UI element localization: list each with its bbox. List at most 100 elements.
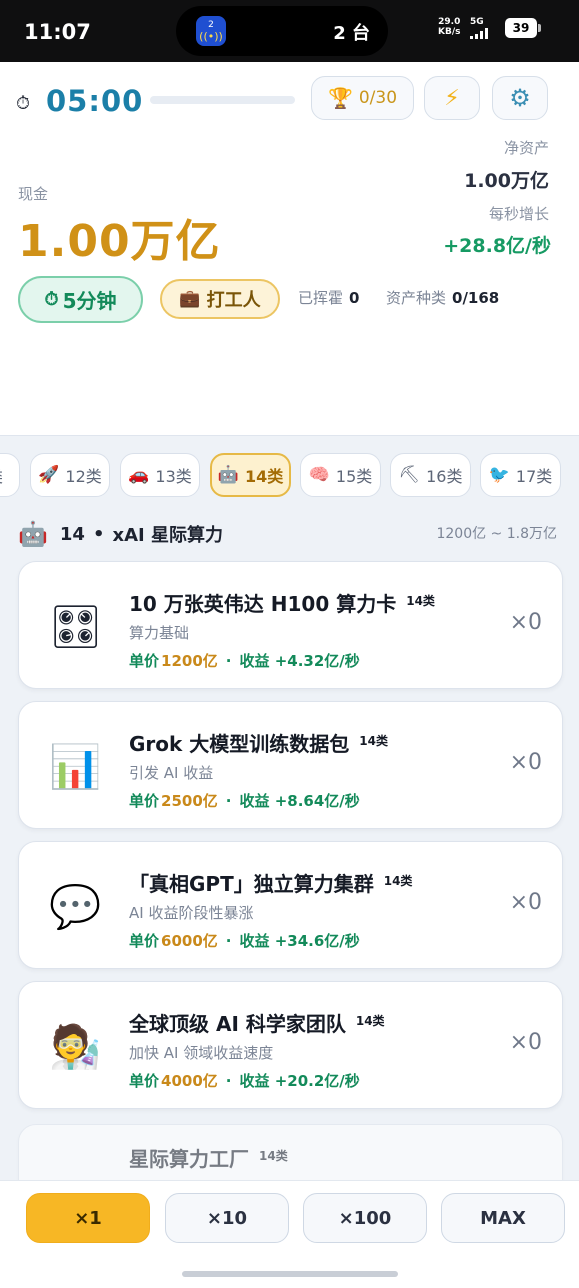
- asset-kinds-stat: 资产种类 0/168: [386, 287, 499, 308]
- asset-yield: 收益 +20.2亿/秒: [239, 1072, 360, 1090]
- tab-category-15[interactable]: 🧠 15类: [300, 453, 381, 497]
- tab-label: 16类: [426, 467, 463, 486]
- status-bar: 11:07 2 ((•)) 2 台 29.0 KB/s 5G 39: [0, 0, 579, 62]
- asset-name-text: 全球顶级 AI 科学家团队: [129, 1012, 346, 1036]
- net-assets-label: 净资产: [503, 139, 549, 157]
- asset-card[interactable]: 🧑‍🔬 全球顶级 AI 科学家团队 14类 加快 AI 领域收益速度 单价 4000…: [18, 981, 563, 1109]
- asset-card[interactable]: 💬 「真相GPT」独立算力集群 14类 AI 收益阶段性暴涨 单价 6000亿 · 收益…: [18, 841, 563, 969]
- asset-description: AI 收益阶段性暴涨: [129, 904, 254, 922]
- settings-button[interactable]: ⚙: [492, 76, 548, 120]
- time-mode-chip[interactable]: ⏱ 5分钟: [18, 276, 143, 323]
- asset-name-text: Grok 大模型训练数据包: [129, 732, 350, 756]
- network-speed-value: 29.0: [438, 17, 461, 27]
- multiplier-x100-button[interactable]: ×100: [303, 1193, 427, 1243]
- robot-icon: 🤖: [217, 465, 239, 485]
- multiplier-x10-button[interactable]: ×10: [165, 1193, 289, 1243]
- gear-icon: ⚙: [509, 84, 531, 112]
- achievements-button[interactable]: 🏆 0/30: [311, 76, 414, 120]
- countdown-timer: 05:00: [46, 84, 144, 118]
- net-assets-value: 1.00万亿: [464, 170, 549, 192]
- tab-category-16[interactable]: ⛏ 16类: [390, 453, 471, 497]
- cash-label: 现金: [18, 185, 49, 203]
- network-speed-unit: KB/s: [438, 27, 461, 37]
- cash-value: 1.00万亿: [18, 216, 221, 267]
- asset-card[interactable]: 🎛 10 万张英伟达 H100 算力卡 14类 算力基础 单价 1200亿 · 收益 +…: [18, 561, 563, 689]
- category-tabs[interactable]: 类 🚀 12类 🚗 13类 🤖 14类 🧠 15类 ⛏ 16类 🐦 17类: [0, 453, 579, 499]
- asset-name: 全球顶级 AI 科学家团队 14类: [129, 1008, 385, 1037]
- asset-name-text: 10 万张英伟达 H100 算力卡: [129, 592, 397, 616]
- asset-name-text: 星际算力工厂: [129, 1147, 249, 1171]
- brain-icon: 🧠: [308, 465, 330, 485]
- asset-tag: 14类: [259, 1149, 288, 1163]
- shop-panel: 类 🚀 12类 🚗 13类 🤖 14类 🧠 15类 ⛏ 16类 🐦 17类 🤖 …: [0, 435, 579, 1288]
- spent-stat: 已挥霍 0: [298, 287, 359, 308]
- section-title: xAI 星际算力: [112, 525, 223, 546]
- asset-yield: 收益 +8.64亿/秒: [239, 792, 360, 810]
- asset-description: 引发 AI 收益: [129, 764, 214, 782]
- price-separator: ·: [225, 932, 232, 950]
- asset-price-line: 单价 6000亿 · 收益 +34.6亿/秒: [129, 930, 360, 951]
- battery-icon: 39: [505, 18, 541, 38]
- bird-icon: 🐦: [488, 465, 510, 485]
- network-speed: 29.0 KB/s: [438, 17, 460, 37]
- asset-description: 加快 AI 领域收益速度: [129, 1044, 274, 1062]
- asset-price: 6000亿: [161, 932, 218, 950]
- asset-tag: 14类: [355, 1014, 385, 1028]
- time-mode-label: 5分钟: [62, 289, 117, 313]
- tab-category-13[interactable]: 🚗 13类: [120, 453, 200, 497]
- asset-yield: 收益 +4.32亿/秒: [239, 652, 360, 670]
- rocket-icon: 🚀: [38, 465, 60, 485]
- asset-tag: 14类: [383, 874, 413, 888]
- tab-category-14[interactable]: 🤖 14类: [210, 453, 291, 497]
- island-app-icon: 2 ((•)): [196, 16, 226, 46]
- stopwatch-icon: ⏱: [16, 93, 31, 114]
- timer-progress-bar: [150, 96, 295, 104]
- work-label: 打工人: [206, 290, 261, 311]
- speech-bubble-icon: 💬: [49, 882, 102, 931]
- status-time: 11:07: [24, 20, 91, 44]
- boost-button[interactable]: ⚡: [424, 76, 480, 120]
- owned-count: ×0: [509, 750, 542, 775]
- tab-category-11[interactable]: 类: [0, 453, 20, 497]
- multiplier-max-button[interactable]: MAX: [441, 1193, 565, 1243]
- asset-price: 2500亿: [161, 792, 218, 810]
- asset-name: 「真相GPT」独立算力集群 14类: [129, 868, 412, 897]
- island-text: 2 台: [333, 23, 370, 44]
- owned-count: ×0: [509, 610, 542, 635]
- section-number: 14: [59, 523, 85, 545]
- gpu-chip-icon: 🎛: [49, 602, 103, 651]
- tab-label: 类: [0, 463, 3, 487]
- network-type: 5G: [470, 17, 484, 27]
- scientist-icon: 🧑‍🔬: [49, 1022, 102, 1071]
- dynamic-island[interactable]: 2 ((•)) 2 台: [176, 6, 388, 56]
- multiplier-x1-button[interactable]: ×1: [26, 1193, 150, 1243]
- tab-category-12[interactable]: 🚀 12类: [30, 453, 110, 497]
- owned-count: ×0: [509, 890, 542, 915]
- growth-rate-value: +28.8亿/秒: [443, 235, 551, 257]
- asset-name: Grok 大模型训练数据包 14类: [129, 728, 388, 757]
- growth-rate-label: 每秒增长: [488, 205, 549, 223]
- tab-category-17[interactable]: 🐦 17类: [480, 453, 561, 497]
- cell-signal: 5G: [470, 17, 488, 39]
- home-indicator[interactable]: [182, 1271, 398, 1277]
- price-separator: ·: [225, 652, 232, 670]
- bar-chart-icon: 📊: [49, 742, 102, 791]
- asset-tag: 14类: [406, 594, 435, 608]
- owned-count: ×0: [509, 1030, 542, 1055]
- work-button[interactable]: 💼 打工人: [160, 279, 280, 319]
- tab-label: 12类: [65, 467, 102, 486]
- signal-bars-icon: [470, 28, 488, 39]
- tab-label: 14类: [244, 467, 284, 486]
- asset-tag: 14类: [359, 734, 388, 748]
- stopwatch-icon: ⏱: [44, 289, 59, 310]
- price-separator: ·: [225, 792, 232, 810]
- asset-card[interactable]: 📊 Grok 大模型训练数据包 14类 引发 AI 收益 单价 2500亿 · 收益 +…: [18, 701, 563, 829]
- asset-price: 4000亿: [161, 1072, 218, 1090]
- robot-icon: 🤖: [18, 520, 48, 548]
- tab-label: 13类: [155, 467, 192, 486]
- asset-yield: 收益 +34.6亿/秒: [239, 932, 360, 950]
- asset-kinds-label: 资产种类: [386, 289, 447, 307]
- asset-price: 1200亿: [161, 652, 218, 670]
- tab-label: 17类: [515, 467, 553, 486]
- briefcase-icon: 💼: [179, 289, 201, 309]
